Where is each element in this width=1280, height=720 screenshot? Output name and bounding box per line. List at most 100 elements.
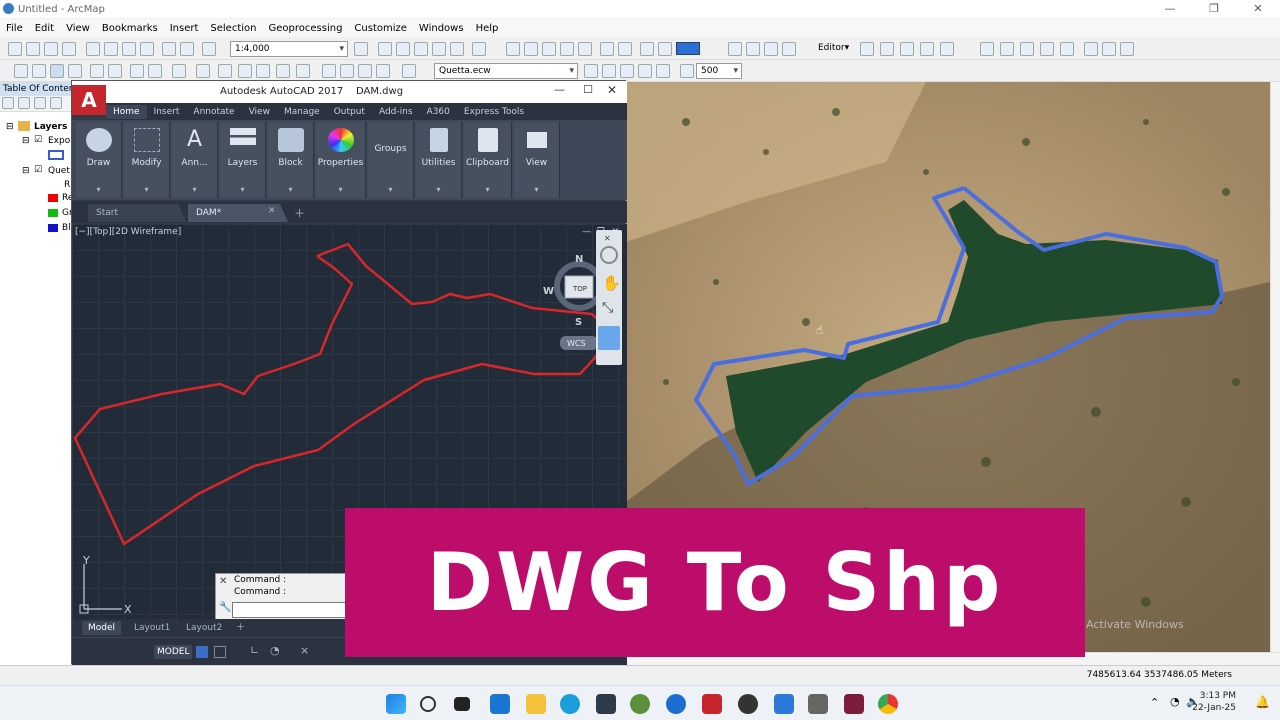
new-tab-icon[interactable]: ＋ xyxy=(294,205,305,221)
menu-file[interactable]: File xyxy=(0,23,29,34)
menu-geoprocessing[interactable]: Geoprocessing xyxy=(263,23,349,34)
collapse-icon[interactable]: ⊟ xyxy=(6,122,14,132)
arcgis-icon[interactable] xyxy=(666,694,686,714)
wifi-icon[interactable]: ◔ xyxy=(1170,695,1180,708)
globe-app-icon[interactable] xyxy=(630,694,650,714)
clock[interactable]: 3:13 PM 22-Jan-25 xyxy=(1192,690,1236,714)
tab-addins[interactable]: Add-ins xyxy=(372,107,420,117)
rotate-icon[interactable] xyxy=(1060,42,1074,56)
time-slider-icon[interactable] xyxy=(376,64,390,78)
delete-icon[interactable] xyxy=(140,42,154,56)
polygon-symbol-icon[interactable] xyxy=(48,150,64,160)
tab-insert[interactable]: Insert xyxy=(147,107,187,117)
tab-annotate[interactable]: Annotate xyxy=(186,107,241,117)
dropdown-arrow-icon[interactable]: ▾ xyxy=(316,185,365,194)
clear-selection-icon[interactable] xyxy=(196,64,210,78)
editor-menu[interactable]: Editor▾ xyxy=(818,43,849,53)
command-close-icon[interactable]: ✕ xyxy=(219,576,227,587)
menu-view[interactable]: View xyxy=(60,23,96,34)
maximize-icon[interactable]: ☐ xyxy=(583,83,593,96)
effects-toolbar-icon[interactable] xyxy=(402,64,416,78)
goto-xy-icon[interactable] xyxy=(358,64,372,78)
snap-vertex-icon[interactable] xyxy=(542,42,556,56)
chrome-icon[interactable] xyxy=(878,694,898,714)
new-document-icon[interactable] xyxy=(8,42,22,56)
panel-utilities[interactable]: Utilities ▾ xyxy=(416,122,462,198)
tab-manage[interactable]: Manage xyxy=(277,107,327,117)
brightness-icon[interactable] xyxy=(602,64,616,78)
cut-icon[interactable] xyxy=(86,42,100,56)
measure-icon[interactable] xyxy=(296,64,310,78)
panel-view[interactable]: View ▾ xyxy=(514,122,560,198)
new-layout-icon[interactable]: ＋ xyxy=(230,621,251,635)
dropdown-arrow-icon[interactable]: ▾ xyxy=(368,185,413,194)
magnifier-value[interactable]: 500 xyxy=(696,63,742,79)
dropdown-arrow-icon[interactable]: ▾ xyxy=(268,185,313,194)
edit-tool-icon[interactable] xyxy=(860,42,874,56)
tab-home[interactable]: Home xyxy=(106,104,147,119)
contrast-icon[interactable] xyxy=(584,64,598,78)
tab-a360[interactable]: A360 xyxy=(420,107,457,117)
zoom-out-icon[interactable] xyxy=(32,64,46,78)
edit-vertices-icon[interactable] xyxy=(980,42,994,56)
panel-layers[interactable]: Layers ▾ xyxy=(220,122,266,198)
layout-tab-layout1[interactable]: Layout1 xyxy=(128,621,176,635)
menu-edit[interactable]: Edit xyxy=(29,23,60,34)
pan-hand-icon[interactable]: ✋ xyxy=(602,274,621,292)
open-icon[interactable] xyxy=(26,42,40,56)
arctoolbox-icon[interactable] xyxy=(432,42,446,56)
back-extent-icon[interactable] xyxy=(130,64,144,78)
toc-item-quetta[interactable]: Quet xyxy=(48,166,70,176)
zoom-in-icon[interactable] xyxy=(14,64,28,78)
model-space-button[interactable]: MODEL xyxy=(154,645,193,659)
notification-bell-icon[interactable]: 🔔 xyxy=(1255,695,1270,709)
task-view-icon[interactable] xyxy=(454,697,470,711)
panel-draw[interactable]: Draw ▾ xyxy=(76,122,122,198)
straight-segment-icon[interactable] xyxy=(900,42,914,56)
panel-modify[interactable]: Modify ▾ xyxy=(124,122,170,198)
undo-icon[interactable] xyxy=(162,42,176,56)
menu-bookmarks[interactable]: Bookmarks xyxy=(96,23,164,34)
model-builder-icon[interactable] xyxy=(472,42,486,56)
panel-clipboard[interactable]: Clipboard ▾ xyxy=(464,122,512,198)
close-icon[interactable]: ✕ xyxy=(1236,0,1280,18)
panel-annotation[interactable]: A Ann... ▾ xyxy=(172,122,218,198)
python-icon[interactable] xyxy=(450,42,464,56)
raster-layer-combo[interactable]: Quetta.ecw xyxy=(434,63,578,79)
dropdown-arrow-icon[interactable]: ▾ xyxy=(172,185,217,194)
grid-icon[interactable] xyxy=(746,42,760,56)
toc-layers-root[interactable]: Layers xyxy=(34,122,67,132)
effects-icon[interactable] xyxy=(640,42,654,56)
map-vertical-scrollbar[interactable] xyxy=(1270,82,1280,652)
find-icon[interactable] xyxy=(322,64,336,78)
georef-flip-icon[interactable] xyxy=(618,42,632,56)
restore-icon[interactable]: ❐ xyxy=(1192,0,1236,18)
layer-checkbox[interactable]: ☑ xyxy=(34,165,42,175)
print-preview-icon[interactable] xyxy=(782,42,796,56)
orbit-icon[interactable] xyxy=(598,326,620,350)
snap-end-icon[interactable] xyxy=(524,42,538,56)
zoom-extents-icon[interactable]: ⤡ xyxy=(602,300,613,316)
transparency-icon[interactable] xyxy=(620,64,634,78)
list-by-visibility-icon[interactable] xyxy=(34,97,46,109)
dropdown-arrow-icon[interactable]: ▾ xyxy=(514,185,559,194)
print-icon[interactable] xyxy=(62,42,76,56)
autocad-logo-icon[interactable]: A xyxy=(72,85,106,115)
copy-icon[interactable] xyxy=(104,42,118,56)
panel-groups[interactable]: Groups ▾ xyxy=(368,122,414,198)
object-snap-icon[interactable]: ⨯ xyxy=(300,644,309,657)
fixed-zoom-out-icon[interactable] xyxy=(108,64,122,78)
menu-help[interactable]: Help xyxy=(470,23,505,34)
panel-block[interactable]: Block ▾ xyxy=(268,122,314,198)
trace-icon[interactable] xyxy=(940,42,954,56)
list-by-selection-icon[interactable] xyxy=(50,97,62,109)
snap-edge-icon[interactable] xyxy=(578,42,592,56)
flicker-icon[interactable] xyxy=(656,64,670,78)
menu-insert[interactable]: Insert xyxy=(164,23,205,34)
snap-midpoint-icon[interactable] xyxy=(560,42,574,56)
rar-app-icon[interactable] xyxy=(844,694,864,714)
attributes-icon[interactable] xyxy=(1084,42,1098,56)
split-icon[interactable] xyxy=(1040,42,1054,56)
steering-wheel-icon[interactable] xyxy=(600,246,618,264)
command-input[interactable] xyxy=(232,602,346,618)
